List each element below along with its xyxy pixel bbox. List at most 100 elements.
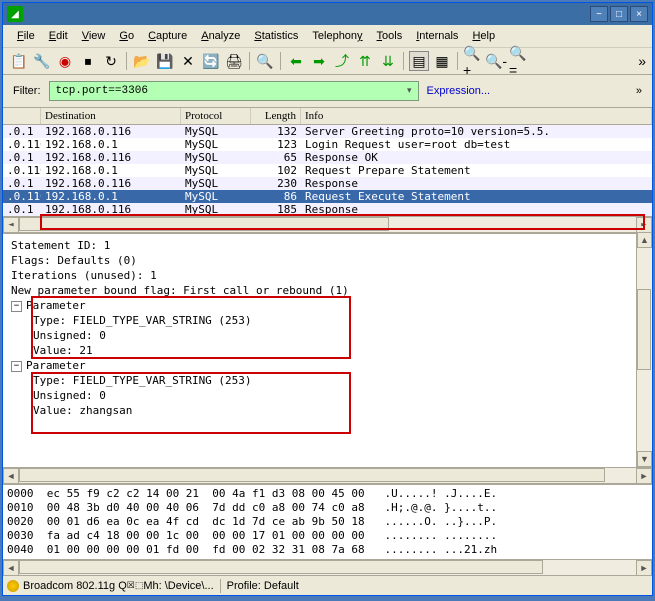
zoom-reset-icon[interactable]: 🔍= — [509, 51, 529, 71]
toolbar-overflow-icon[interactable]: » — [638, 53, 646, 69]
app-icon: ◢ — [7, 6, 23, 22]
packet-row[interactable]: .0.1192.168.0.116MySQL230Response — [3, 177, 652, 190]
scroll-thumb[interactable] — [19, 468, 605, 482]
maximize-button[interactable]: □ — [610, 6, 628, 22]
col-length[interactable]: Length — [251, 108, 301, 124]
menu-view[interactable]: View — [76, 28, 112, 44]
filter-label: Filter: — [13, 85, 41, 97]
scroll-thumb[interactable] — [19, 560, 543, 574]
menu-telephony[interactable]: Telephony — [306, 28, 368, 44]
go-first-icon[interactable]: ⇈ — [355, 51, 375, 71]
detail-parameter-2[interactable]: −Parameter — [11, 358, 634, 373]
go-last-icon[interactable]: ⇊ — [378, 51, 398, 71]
packet-row[interactable]: .0.1192.168.0.116MySQL65Response OK — [3, 151, 652, 164]
go-back-icon[interactable]: ⬅ — [286, 51, 306, 71]
col-protocol[interactable]: Protocol — [181, 108, 251, 124]
packet-row[interactable]: .0.116192.168.0.1MySQL123Login Request u… — [3, 138, 652, 151]
expression-button[interactable]: Expression... — [427, 85, 491, 97]
detail-flags[interactable]: Flags: Defaults (0) — [11, 253, 634, 268]
statusbar: Broadcom 802.11g Q ☒⬚ Mh: \Device\... Pr… — [3, 575, 652, 595]
minimize-button[interactable]: − — [590, 6, 608, 22]
zoom-in-icon[interactable]: 🔍+ — [463, 51, 483, 71]
filter-dropdown-icon[interactable]: ▾ — [407, 86, 412, 96]
separator — [403, 52, 404, 70]
status-profile[interactable]: Profile: Default — [227, 580, 299, 592]
scroll-left-icon[interactable]: ◄ — [3, 468, 19, 484]
save-icon[interactable]: 💾 — [155, 51, 175, 71]
filter-value: tcp.port==3306 — [56, 85, 148, 97]
menu-file[interactable]: File — [11, 28, 41, 44]
menu-tools[interactable]: Tools — [371, 28, 409, 44]
highlight-box-param1 — [31, 296, 351, 359]
scroll-up-icon[interactable]: ▲ — [637, 232, 652, 248]
window-controls: − □ × — [590, 6, 648, 22]
close-file-icon[interactable]: ✕ — [178, 51, 198, 71]
reload-icon[interactable]: 🔄 — [201, 51, 221, 71]
scroll-left-icon[interactable]: ◄ — [3, 217, 19, 232]
titlebar[interactable]: ◢ − □ × — [3, 3, 652, 25]
menu-statistics[interactable]: Statistics — [248, 28, 304, 44]
go-to-icon[interactable]: ⤴ — [332, 51, 352, 71]
expert-info-icon[interactable] — [7, 580, 19, 592]
hex-line[interactable]: 0020 00 01 d6 ea 0c ea 4f cd dc 1d 7d ce… — [7, 515, 648, 529]
scroll-down-icon[interactable]: ▼ — [637, 451, 652, 467]
scroll-thumb-v[interactable] — [637, 289, 651, 370]
filter-input[interactable]: tcp.port==3306 ▾ — [49, 81, 419, 101]
hscroll-details[interactable]: ◄ ► — [3, 467, 652, 483]
detail-statement-id[interactable]: Statement ID: 1 — [11, 238, 634, 253]
separator — [249, 52, 250, 70]
hex-dump[interactable]: 0000 ec 55 f9 c2 c2 14 00 21 00 4a f1 d3… — [3, 483, 652, 559]
hex-line[interactable]: 0010 00 48 3b d0 40 00 40 06 7d dd c0 a8… — [7, 501, 648, 515]
packet-details[interactable]: Statement ID: 1 Flags: Defaults (0) Iter… — [3, 232, 636, 467]
vscroll-details[interactable]: ▲ ▼ — [636, 232, 652, 467]
status-device: Mh: \Device\... — [143, 580, 213, 592]
hscroll-hex[interactable]: ◄ ► — [3, 559, 652, 575]
packet-row[interactable]: .0.116192.168.0.1MySQL102Request Prepare… — [3, 164, 652, 177]
menu-analyze[interactable]: Analyze — [195, 28, 246, 44]
options-icon[interactable]: 🔧 — [32, 51, 52, 71]
scroll-right-icon[interactable]: ► — [636, 560, 652, 575]
filter-bar: Filter: tcp.port==3306 ▾ Expression... » — [3, 75, 652, 108]
menu-capture[interactable]: Capture — [142, 28, 193, 44]
main-window: ◢ − □ × File Edit View Go Capture Analyz… — [2, 2, 653, 596]
restart-capture-icon[interactable]: ↻ — [101, 51, 121, 71]
hex-line[interactable]: 0030 fa ad c4 18 00 00 1c 00 00 00 17 01… — [7, 529, 648, 543]
go-forward-icon[interactable]: ➡ — [309, 51, 329, 71]
stop-capture-icon[interactable]: ⏹ — [78, 51, 98, 71]
open-icon[interactable]: 📂 — [132, 51, 152, 71]
zoom-out-icon[interactable]: 🔍- — [486, 51, 506, 71]
close-button[interactable]: × — [630, 6, 648, 22]
collapse-icon[interactable]: − — [11, 361, 22, 372]
collapse-icon[interactable]: − — [11, 301, 22, 312]
menu-internals[interactable]: Internals — [410, 28, 464, 44]
menubar: File Edit View Go Capture Analyze Statis… — [3, 25, 652, 48]
separator — [280, 52, 281, 70]
separator — [457, 52, 458, 70]
scroll-left-icon[interactable]: ◄ — [3, 560, 19, 575]
start-capture-icon[interactable]: ◉ — [55, 51, 75, 71]
menu-help[interactable]: Help — [466, 28, 501, 44]
packet-list-header: Destination Protocol Length Info — [3, 108, 652, 125]
packet-row[interactable]: .0.1192.168.0.116MySQL132Server Greeting… — [3, 125, 652, 138]
col-info[interactable]: Info — [301, 108, 652, 124]
status-interface: Broadcom 802.11g Q — [23, 580, 127, 592]
packet-list[interactable]: Destination Protocol Length Info .0.1192… — [3, 108, 652, 232]
find-icon[interactable]: 🔍 — [255, 51, 275, 71]
colorize-icon[interactable]: ▤ — [409, 51, 429, 71]
separator — [126, 52, 127, 70]
packet-row[interactable]: .0.116192.168.0.1MySQL86Request Execute … — [3, 190, 652, 203]
hex-line[interactable]: 0000 ec 55 f9 c2 c2 14 00 21 00 4a f1 d3… — [7, 487, 648, 501]
col-source[interactable] — [3, 108, 41, 124]
toolbar: 📋 🔧 ◉ ⏹ ↻ 📂 💾 ✕ 🔄 🖨 🔍 ⬅ ➡ ⤴ ⇈ ⇊ ▤ ▦ 🔍+ 🔍… — [3, 48, 652, 75]
menu-edit[interactable]: Edit — [43, 28, 74, 44]
col-destination[interactable]: Destination — [41, 108, 181, 124]
highlight-box-packet — [40, 214, 645, 230]
hex-line[interactable]: 0040 01 00 00 00 00 01 fd 00 fd 00 02 32… — [7, 543, 648, 557]
menu-go[interactable]: Go — [113, 28, 140, 44]
scroll-right-icon[interactable]: ► — [636, 468, 652, 484]
interfaces-icon[interactable]: 📋 — [9, 51, 29, 71]
autoscroll-icon[interactable]: ▦ — [432, 51, 452, 71]
filterbar-overflow-icon[interactable]: » — [636, 85, 642, 97]
print-icon[interactable]: 🖨 — [224, 51, 244, 71]
detail-iterations[interactable]: Iterations (unused): 1 — [11, 268, 634, 283]
